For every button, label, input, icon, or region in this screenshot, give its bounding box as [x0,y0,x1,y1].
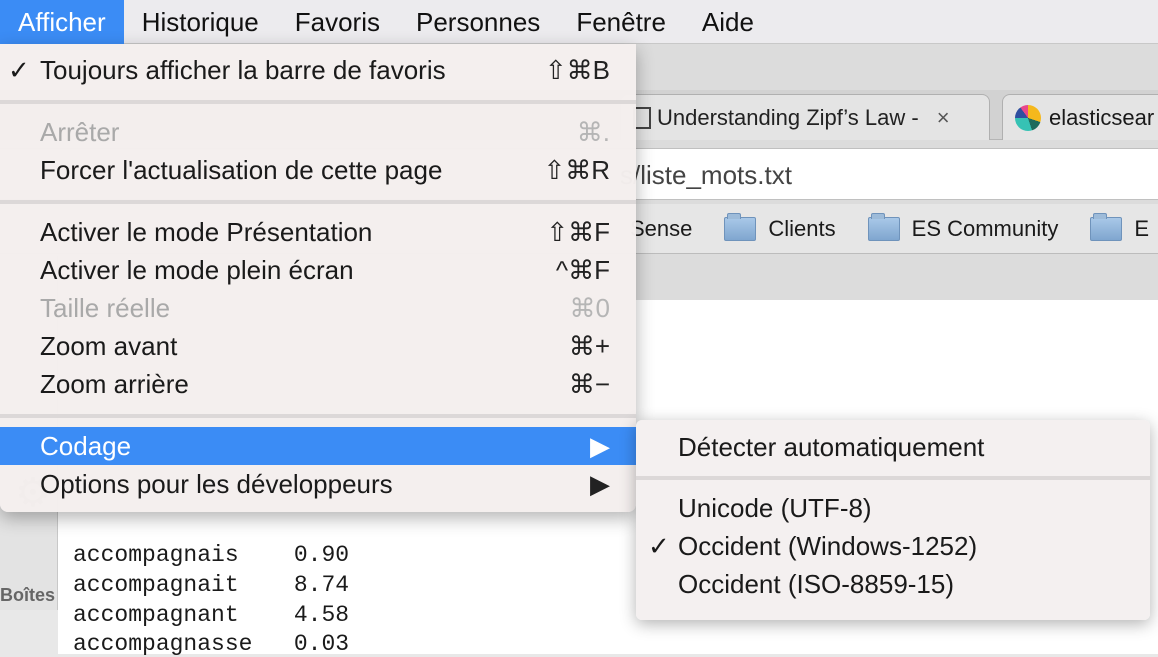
list-item: accompagnant 4.58 [73,602,350,628]
bookmark-label: Clients [768,215,836,241]
submenu-item-auto-detect[interactable]: Détecter automatiquement [636,428,1150,466]
menu-item-developer-options[interactable]: Options pour les développeurs ▶ [0,465,636,503]
submenu-arrow-icon: ▶ [590,468,610,499]
menu-aide[interactable]: Aide [684,0,772,44]
bookmark-es-community[interactable]: ES Community [867,212,1059,242]
separator [636,476,1150,480]
tab-close-icon[interactable]: × [937,105,950,131]
bookmark-label: E [1134,215,1150,241]
submenu-item-iso-8859-15[interactable]: Occident (ISO-8859-15) [636,565,1150,603]
menu-bar: Afficher Historique Favoris Personnes Fe… [0,0,1158,44]
tab-elasticsearch[interactable]: elasticsear [1002,94,1158,140]
tab-title: Understanding Zipf’s Law - [657,104,919,130]
menu-item-actual-size: Taille réelle ⌘0 [40,292,610,323]
menu-item-force-reload[interactable]: Forcer l'actualisation de cette page ⇧⌘R [0,151,636,189]
menu-item-zoom-in[interactable]: Zoom avant ⌘+ [0,327,636,365]
folder-icon [724,212,757,241]
submenu-item-windows-1252[interactable]: ✓ Occident (Windows-1252) [636,527,1150,565]
folder-icon [867,212,900,241]
afficher-dropdown-menu: ✓ Toujours afficher la barre de favoris ⇧⌘… [0,44,636,512]
menu-historique[interactable]: Historique [124,0,277,44]
menu-personnes[interactable]: Personnes [398,0,558,44]
encoding-submenu: Détecter automatiquement Unicode (UTF-8)… [636,420,1150,620]
menu-fenetre[interactable]: Fenêtre [558,0,684,44]
tab-zipf[interactable]: Understanding Zipf’s Law - × [620,94,990,140]
separator [0,100,636,104]
bookmark-clients[interactable]: Clients [724,212,836,242]
menu-item-encoding[interactable]: Codage ▶ [0,427,636,465]
folder-icon [1090,212,1123,241]
bookmark-label: Sense [630,215,693,241]
separator [0,414,636,418]
checkmark-icon: ✓ [648,530,670,561]
list-item: accompagnait 8.74 [73,572,350,598]
list-item: accompagnasse 0.03 [73,631,350,657]
submenu-item-utf8[interactable]: Unicode (UTF-8) [636,489,1150,527]
submenu-arrow-icon: ▶ [590,430,610,461]
menu-favoris[interactable]: Favoris [277,0,398,44]
menu-afficher[interactable]: Afficher [0,0,124,44]
bookmark-e[interactable]: E [1090,212,1150,242]
menu-item-stop: Arrêter ⌘. [40,116,610,147]
menu-item-zoom-out[interactable]: Zoom arrière ⌘− [0,365,636,403]
list-item: accompagnais 0.90 [73,542,350,568]
menu-item-fullscreen[interactable]: Activer le mode plein écran ^⌘F [0,251,636,289]
bookmark-label: ES Community [911,215,1059,241]
menu-item-presentation-mode[interactable]: Activer le mode Présentation ⇧⌘F [0,213,636,251]
checkmark-icon: ✓ [8,54,30,85]
menu-item-show-bookmarks-bar[interactable]: ✓ Toujours afficher la barre de favoris ⇧⌘… [0,51,636,89]
sidebar-label: Boîtes [0,585,56,605]
elastic-logo-icon [1015,104,1041,131]
tab-title: elasticsear [1049,104,1155,130]
bookmark-sense[interactable]: Sense [630,216,692,242]
separator [0,200,636,204]
